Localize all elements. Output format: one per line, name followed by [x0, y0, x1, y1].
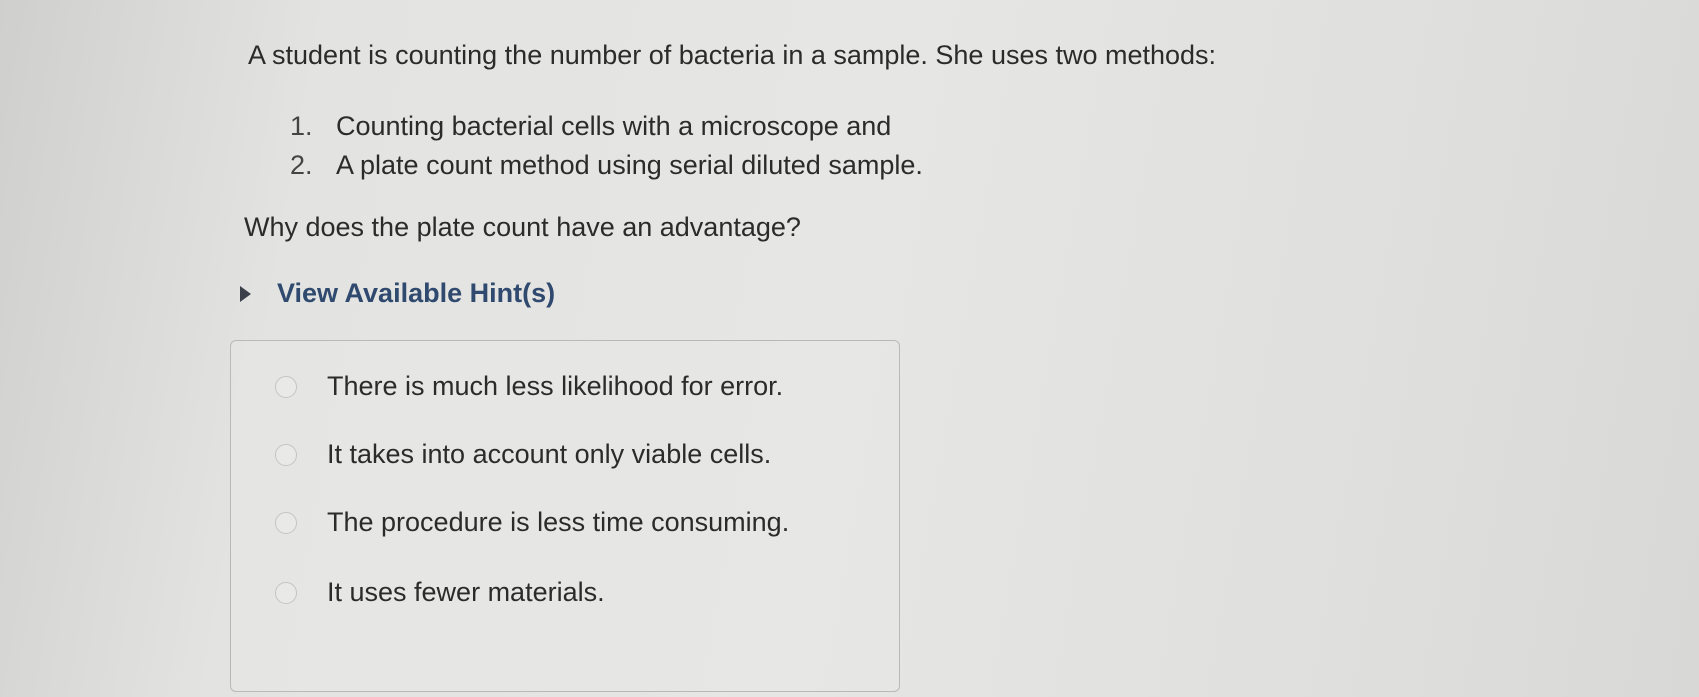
list-item-text: Counting bacterial cells with a microsco… — [336, 111, 892, 141]
question-page: A student is counting the number of bact… — [0, 0, 1699, 697]
list-item-number: 2. — [290, 150, 313, 180]
answer-options-box: There is much less likelihood for error.… — [230, 340, 900, 692]
answer-option-label: The procedure is less time consuming. — [327, 507, 790, 537]
answer-option[interactable]: The procedure is less time consuming. — [275, 507, 789, 538]
view-hints-toggle[interactable]: View Available Hint(s) — [240, 278, 555, 309]
methods-list: 1. Counting bacterial cells with a micros… — [290, 108, 923, 186]
view-hints-label: View Available Hint(s) — [277, 278, 556, 308]
radio-button[interactable] — [275, 581, 297, 604]
answer-option-label: There is much less likelihood for error. — [327, 371, 784, 401]
list-item-text: A plate count method using serial dilute… — [336, 150, 923, 180]
list-item-number: 1. — [290, 111, 313, 141]
radio-button[interactable] — [275, 375, 297, 398]
question-prompt: Why does the plate count have an advanta… — [244, 212, 801, 242]
answer-option-label: It uses fewer materials. — [327, 577, 605, 607]
caret-right-icon — [240, 285, 251, 302]
answer-option-label: It takes into account only viable cells. — [327, 439, 772, 469]
answer-option[interactable]: It uses fewer materials. — [275, 577, 605, 608]
answer-option[interactable]: It takes into account only viable cells. — [275, 439, 771, 470]
list-item: 2. A plate count method using serial dilu… — [290, 147, 923, 183]
radio-button[interactable] — [275, 511, 297, 534]
answer-option[interactable]: There is much less likelihood for error. — [275, 371, 783, 402]
radio-button[interactable] — [275, 443, 297, 466]
list-item: 1. Counting bacterial cells with a micros… — [290, 108, 923, 144]
question-intro: A student is counting the number of bact… — [248, 40, 1217, 70]
